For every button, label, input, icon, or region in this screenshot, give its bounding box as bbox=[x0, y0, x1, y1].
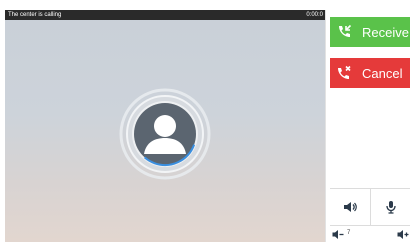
call-status-text: The center is calling bbox=[8, 12, 62, 18]
volume-row: 7 bbox=[330, 226, 410, 243]
volume-up-icon bbox=[397, 230, 409, 239]
user-avatar-icon bbox=[119, 88, 211, 180]
speaker-icon bbox=[344, 202, 357, 212]
caller-avatar bbox=[119, 88, 211, 180]
video-view: The center is calling 0:00:0 bbox=[5, 10, 325, 242]
call-control-panel: Receive Cancel 7 bbox=[325, 10, 410, 242]
status-bar: The center is calling 0:00:0 bbox=[5, 10, 325, 20]
audio-controls: 7 bbox=[330, 188, 410, 243]
phone-incoming-icon bbox=[336, 24, 352, 40]
cancel-label: Cancel bbox=[362, 65, 403, 81]
call-timer: 0:00:0 bbox=[306, 12, 323, 18]
volume-level: 7 bbox=[347, 230, 351, 236]
cancel-button[interactable]: Cancel bbox=[330, 58, 410, 88]
volume-up-button[interactable] bbox=[397, 229, 409, 240]
speaker-button[interactable] bbox=[330, 189, 371, 226]
receive-label: Receive bbox=[362, 24, 409, 40]
microphone-icon bbox=[386, 201, 396, 214]
microphone-button[interactable] bbox=[371, 189, 410, 226]
receive-button[interactable]: Receive bbox=[330, 17, 410, 47]
volume-down-button[interactable] bbox=[332, 229, 344, 240]
volume-down-icon bbox=[332, 230, 344, 239]
phone-hangup-icon bbox=[336, 65, 352, 81]
